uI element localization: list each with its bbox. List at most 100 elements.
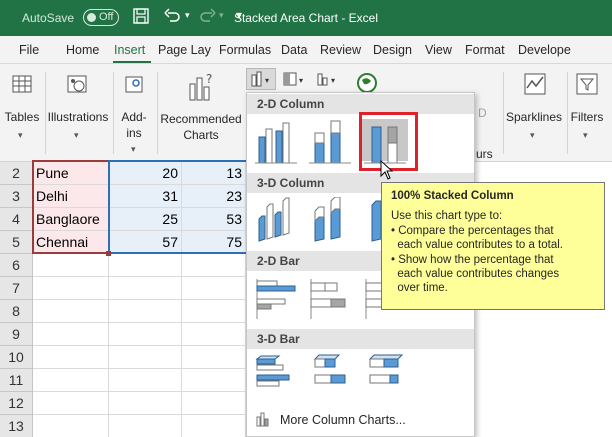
chevron-down-icon: ▾ bbox=[131, 144, 136, 154]
tooltip-title: 100% Stacked Column bbox=[391, 190, 514, 202]
tab-file[interactable]: File bbox=[19, 43, 39, 57]
filters-icon bbox=[576, 72, 598, 102]
section-3d-bar: 3-D Bar bbox=[247, 329, 474, 349]
3d-clustered-column-chart[interactable] bbox=[253, 197, 299, 242]
active-tab-indicator bbox=[113, 61, 151, 63]
tooltip-line: • Compare the percentages that bbox=[391, 224, 554, 237]
clustered-column-chart[interactable] bbox=[253, 119, 299, 164]
tooltip-line: each value contributes to a total. bbox=[391, 239, 563, 252]
stacked-bar-chart[interactable] bbox=[307, 275, 353, 319]
illustrations-button[interactable]: Illustrations ▾ bbox=[45, 70, 111, 150]
3d-100-percent-stacked-bar-chart[interactable] bbox=[362, 353, 408, 395]
row-header[interactable]: 12 bbox=[0, 392, 33, 415]
tab-developer[interactable]: Develope bbox=[518, 43, 571, 57]
more-charts-icon bbox=[255, 411, 273, 430]
empty-cell[interactable] bbox=[33, 346, 109, 369]
title-bar: AutoSave Off ▾ ▾ ▾ Stacked Area Chart - … bbox=[0, 0, 612, 36]
empty-cell[interactable] bbox=[109, 277, 182, 300]
row-header[interactable]: 8 bbox=[0, 300, 33, 323]
stacked-column-chart[interactable] bbox=[307, 119, 353, 164]
selection-range-values bbox=[108, 160, 248, 254]
empty-cell[interactable] bbox=[109, 415, 182, 437]
empty-cell[interactable] bbox=[33, 369, 109, 392]
empty-cell[interactable] bbox=[182, 369, 246, 392]
svg-text:▾: ▾ bbox=[331, 76, 335, 85]
tab-view[interactable]: View bbox=[425, 43, 452, 57]
addins-button[interactable]: Add- ins ▾ bbox=[113, 70, 155, 154]
tab-format[interactable]: Format bbox=[465, 43, 505, 57]
chevron-down-icon: ▾ bbox=[530, 130, 535, 140]
empty-cell[interactable] bbox=[33, 300, 109, 323]
section-2d-column: 2-D Column bbox=[247, 94, 474, 114]
chevron-down-icon: ▾ bbox=[74, 130, 79, 140]
addins-label-line1: Add- bbox=[121, 110, 147, 124]
tab-home[interactable]: Home bbox=[66, 43, 99, 57]
3d-stacked-bar-chart[interactable] bbox=[307, 353, 353, 395]
clustered-bar-chart[interactable] bbox=[253, 275, 299, 319]
empty-cell[interactable] bbox=[109, 254, 182, 277]
recommended-charts-button[interactable]: ? Recommended Charts bbox=[157, 70, 245, 150]
hierarchy-chart-button[interactable]: ▾ bbox=[282, 70, 310, 90]
tab-formulas[interactable]: Formulas bbox=[219, 43, 271, 57]
tab-review[interactable]: Review bbox=[320, 43, 361, 57]
table-icon bbox=[12, 74, 32, 98]
svg-text:?: ? bbox=[206, 72, 212, 86]
row-header[interactable]: 5 bbox=[0, 231, 33, 254]
sparklines-icon bbox=[524, 72, 546, 102]
3d-stacked-column-chart[interactable] bbox=[307, 196, 353, 242]
empty-cell[interactable] bbox=[33, 392, 109, 415]
illustrations-label: Illustrations bbox=[47, 110, 109, 124]
selection-range-labels bbox=[32, 160, 110, 254]
mouse-cursor-icon bbox=[380, 159, 394, 183]
empty-cell[interactable] bbox=[33, 323, 109, 346]
filters-button[interactable]: Filters ▾ bbox=[567, 70, 607, 150]
tab-design[interactable]: Design bbox=[373, 43, 412, 57]
recommended-charts-label-line1: Recommended bbox=[160, 112, 242, 126]
row-header[interactable]: 9 bbox=[0, 323, 33, 346]
chevron-down-icon: ▾ bbox=[583, 130, 588, 140]
empty-cell[interactable] bbox=[182, 277, 246, 300]
chevron-down-icon: ▾ bbox=[18, 130, 23, 140]
tooltip-line: over time. bbox=[391, 282, 448, 295]
tab-page-layout[interactable]: Page Lay bbox=[158, 43, 211, 57]
row-header[interactable]: 4 bbox=[0, 208, 33, 231]
row-header[interactable]: 2 bbox=[0, 162, 33, 185]
empty-cell[interactable] bbox=[182, 392, 246, 415]
tables-button[interactable]: Tables ▾ bbox=[2, 70, 42, 150]
empty-cell[interactable] bbox=[182, 254, 246, 277]
row-header[interactable]: 11 bbox=[0, 369, 33, 392]
chart-type-tooltip: 100% Stacked Column Use this chart type … bbox=[381, 182, 605, 310]
empty-cell[interactable] bbox=[109, 300, 182, 323]
tab-insert[interactable]: Insert bbox=[114, 43, 145, 57]
row-header[interactable]: 3 bbox=[0, 185, 33, 208]
empty-cell[interactable] bbox=[33, 415, 109, 437]
tab-data[interactable]: Data bbox=[281, 43, 307, 57]
sparklines-button[interactable]: Sparklines ▾ bbox=[503, 70, 565, 150]
row-header[interactable]: 13 bbox=[0, 415, 33, 437]
empty-cell[interactable] bbox=[33, 277, 109, 300]
column-chart-button[interactable]: ▾ bbox=[246, 68, 276, 90]
empty-cell[interactable] bbox=[109, 346, 182, 369]
tooltip-line: Use this chart type to: bbox=[391, 210, 503, 223]
empty-cell[interactable] bbox=[33, 254, 109, 277]
statistic-chart-button[interactable]: ▾ bbox=[316, 70, 344, 90]
empty-cell[interactable] bbox=[182, 346, 246, 369]
recommended-charts-label-line2: Charts bbox=[183, 128, 219, 142]
fill-handle[interactable] bbox=[106, 251, 111, 256]
filters-label: Filters bbox=[570, 110, 604, 124]
empty-cell[interactable] bbox=[182, 323, 246, 346]
empty-cell[interactable] bbox=[182, 300, 246, 323]
empty-cell[interactable] bbox=[109, 369, 182, 392]
tours-label-fragment: urs bbox=[476, 147, 493, 161]
maps-icon[interactable] bbox=[356, 72, 378, 94]
row-header[interactable]: 7 bbox=[0, 277, 33, 300]
sparklines-label: Sparklines bbox=[505, 110, 563, 124]
row-header[interactable]: 10 bbox=[0, 346, 33, 369]
addins-icon bbox=[125, 74, 145, 98]
empty-cell[interactable] bbox=[109, 323, 182, 346]
empty-cell[interactable] bbox=[109, 392, 182, 415]
3d-clustered-bar-chart[interactable] bbox=[253, 353, 299, 395]
empty-cell[interactable] bbox=[182, 415, 246, 437]
more-column-charts-link[interactable]: More Column Charts... bbox=[280, 413, 406, 427]
row-header[interactable]: 6 bbox=[0, 254, 33, 277]
